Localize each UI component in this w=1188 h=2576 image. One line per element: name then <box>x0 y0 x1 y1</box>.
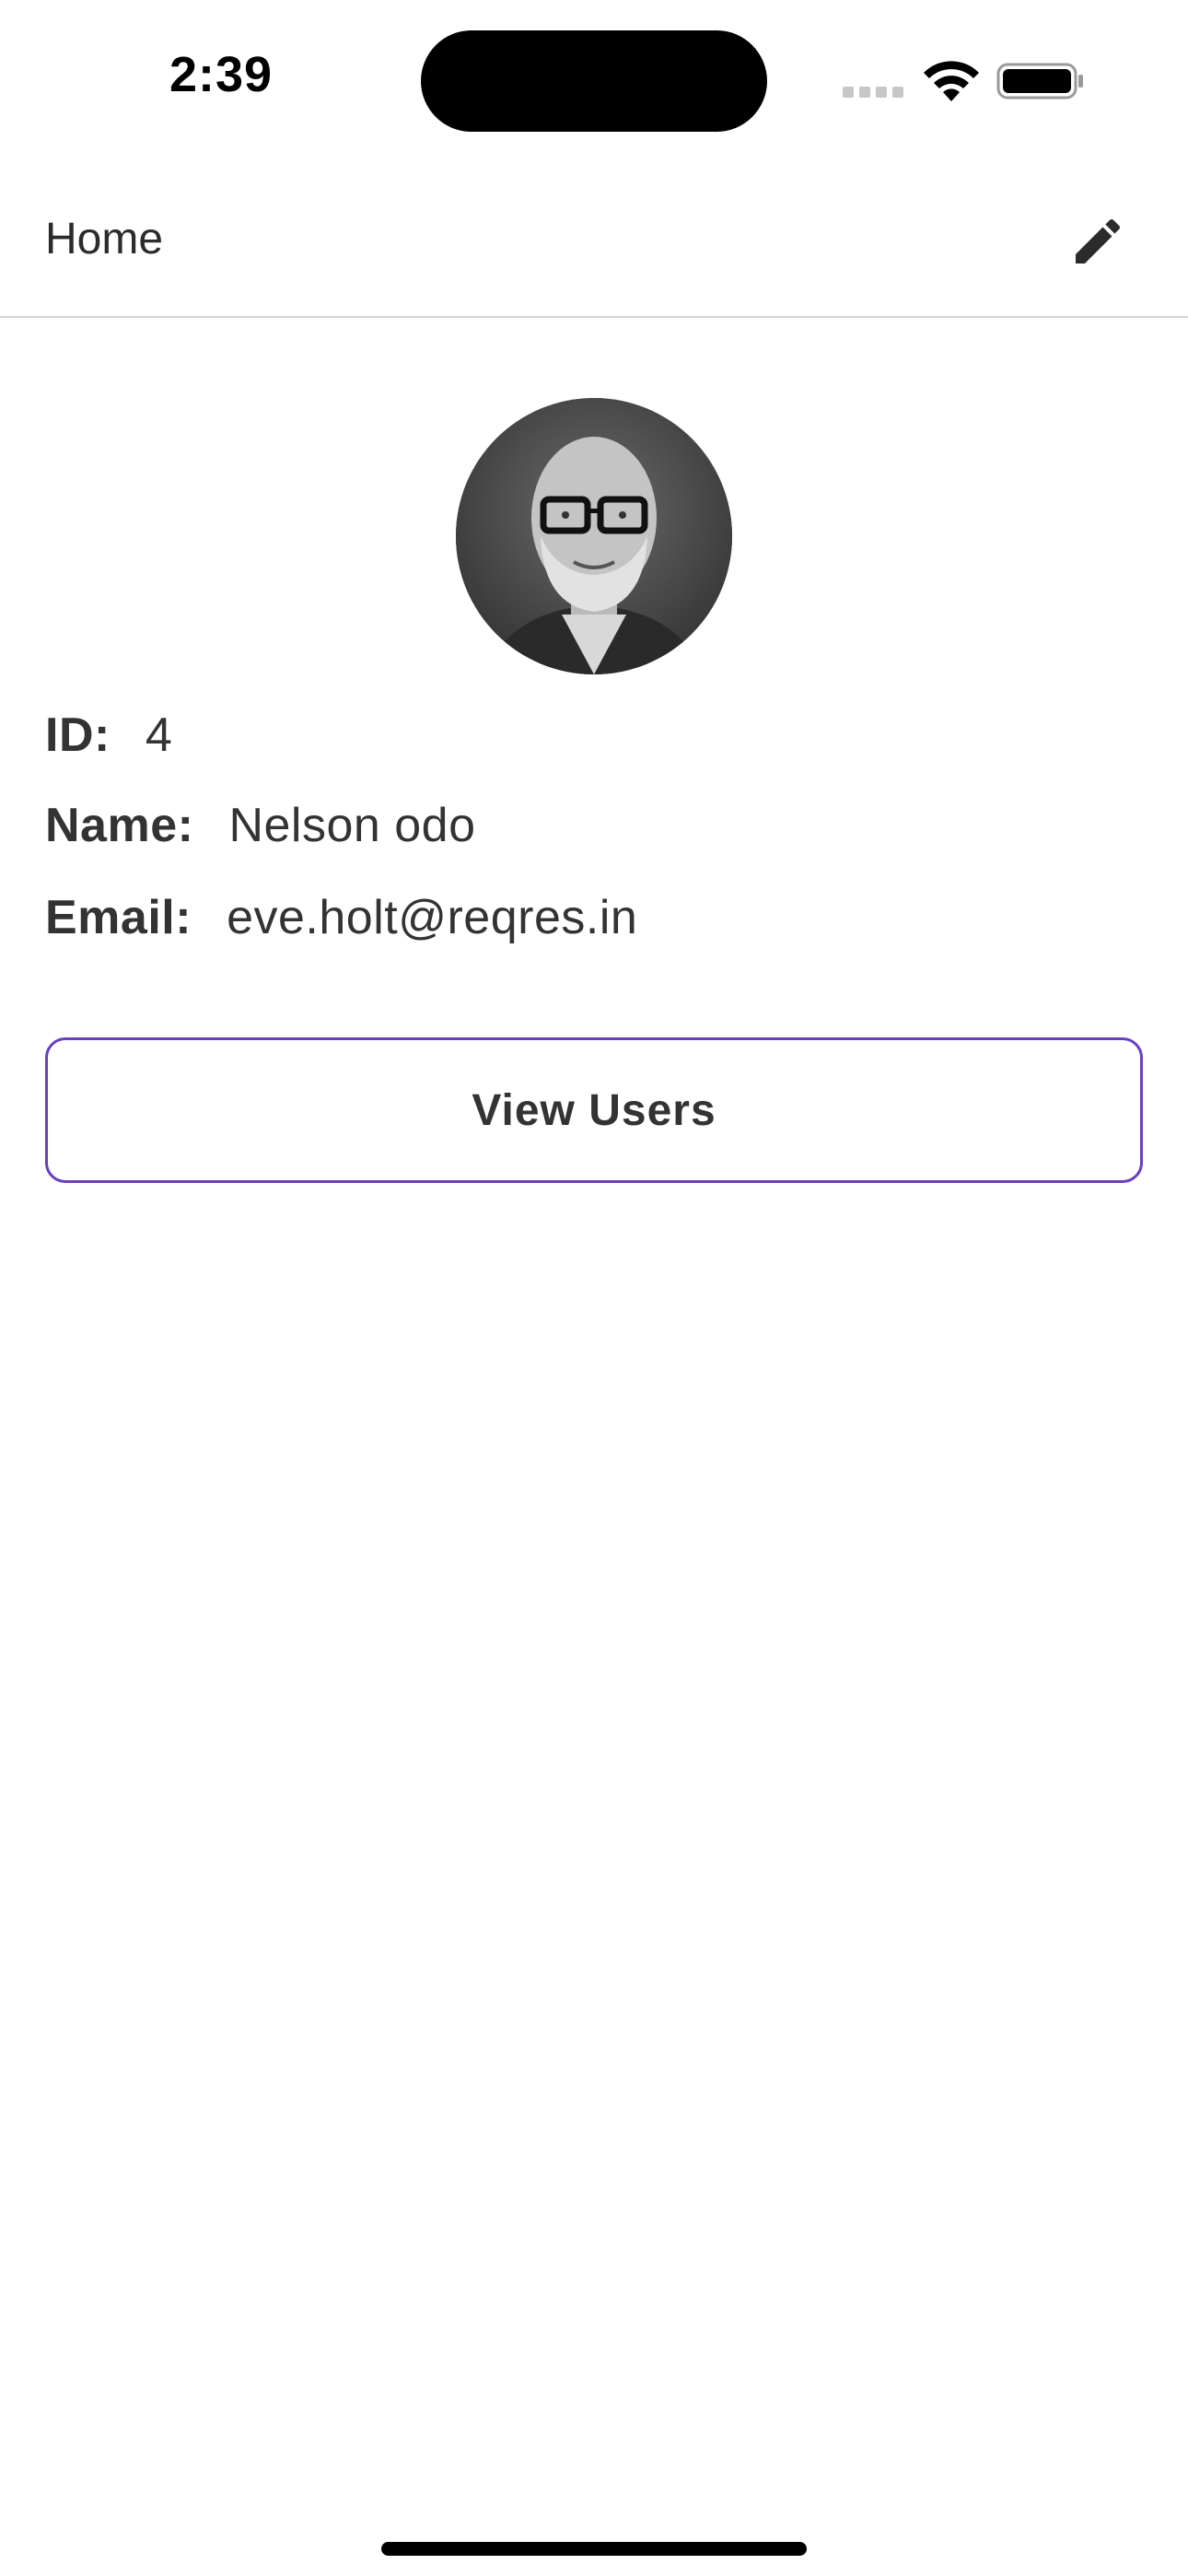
battery-icon <box>996 61 1085 101</box>
id-value: 4 <box>145 708 173 762</box>
page-title: Home <box>45 215 164 263</box>
wifi-icon <box>921 59 982 103</box>
name-label: Name: <box>45 799 194 852</box>
view-users-button[interactable]: View Users <box>45 1037 1143 1183</box>
name-row: Name: Nelson odo <box>45 798 476 853</box>
dynamic-island <box>421 30 767 132</box>
signal-icon <box>843 87 905 98</box>
app-bar: Home <box>0 166 1188 318</box>
id-row: ID: 4 <box>45 708 172 763</box>
status-bar: 2:39 <box>0 0 1188 161</box>
home-indicator[interactable] <box>381 2542 807 2556</box>
edit-icon <box>1076 218 1121 263</box>
user-avatar <box>456 398 732 674</box>
id-label: ID: <box>45 708 111 762</box>
edit-button[interactable] <box>1068 212 1127 271</box>
email-label: Email: <box>45 891 192 944</box>
name-value: Nelson odo <box>228 799 476 852</box>
email-value: eve.holt@reqres.in <box>227 891 638 944</box>
view-users-label: View Users <box>472 1085 716 1135</box>
status-time: 2:39 <box>169 47 274 102</box>
email-row: Email: eve.holt@reqres.in <box>45 890 637 945</box>
